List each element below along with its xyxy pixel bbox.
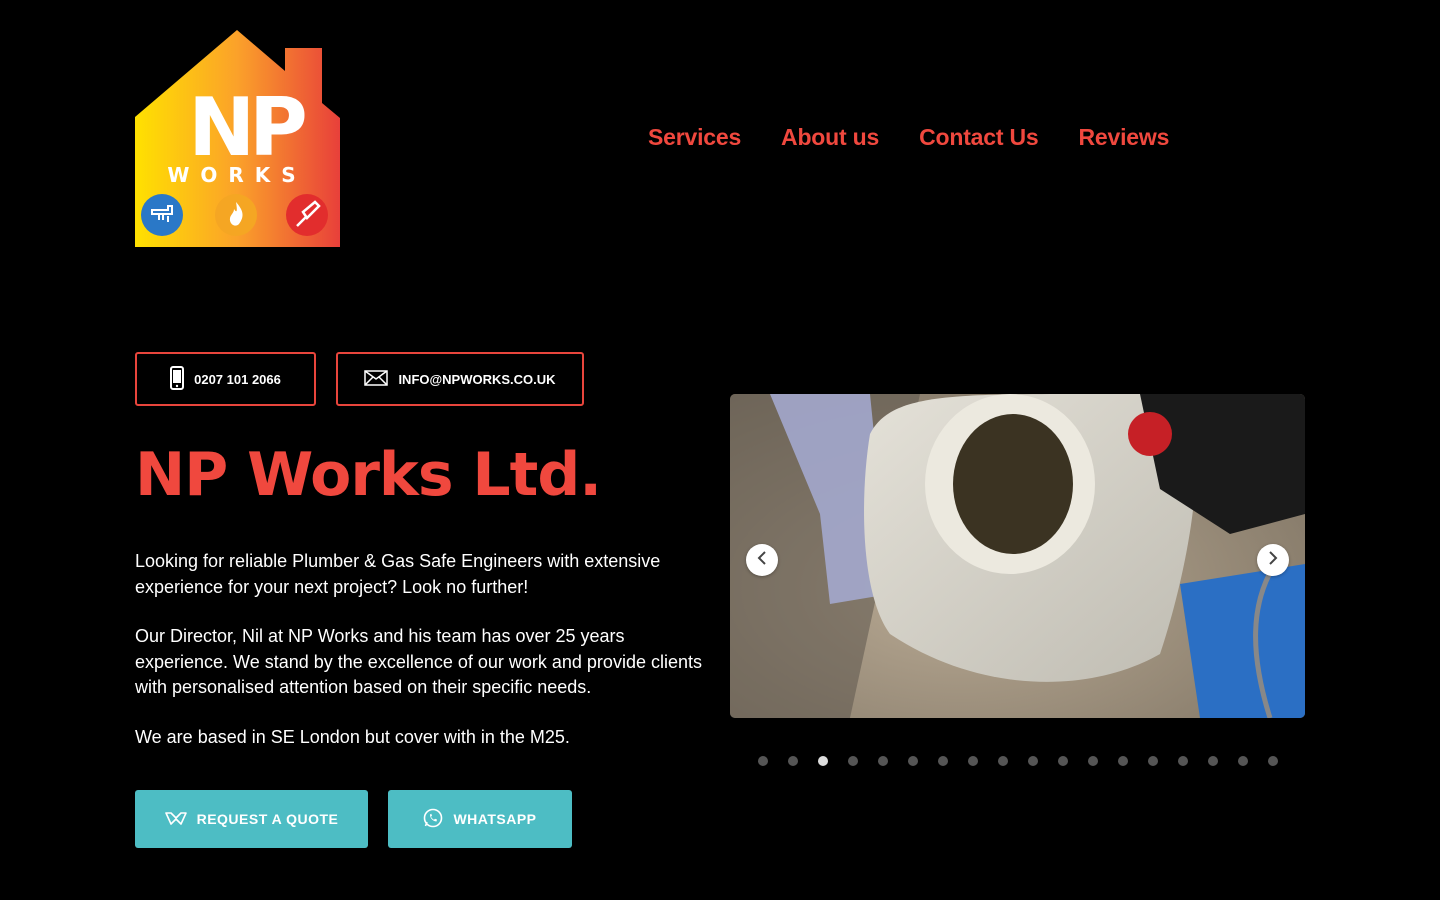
slider-dot[interactable] [1118,756,1128,766]
flame-icon [215,194,257,236]
nav-services[interactable]: Services [648,124,741,151]
slider-dot[interactable] [1208,756,1218,766]
request-quote-button[interactable]: REQUEST A QUOTE [135,790,368,848]
slider-dot[interactable] [1148,756,1158,766]
image-slider[interactable] [730,394,1305,718]
phone-number: 0207 101 2066 [194,371,281,387]
slider-dot[interactable] [1268,756,1278,766]
tap-icon [141,194,183,236]
experience-paragraph: Our Director, Nil at NP Works and his te… [135,626,702,697]
slider-dot[interactable] [848,756,858,766]
nav-reviews[interactable]: Reviews [1079,124,1170,151]
slider-dot[interactable] [818,756,828,766]
slider-dot[interactable] [1178,756,1188,766]
phone-button[interactable]: 0207 101 2066 [135,352,316,406]
page-title: NP Works Ltd. [135,440,602,510]
slider-dot[interactable] [968,756,978,766]
slider-dot[interactable] [1058,756,1068,766]
envelope-icon [364,369,389,389]
chevron-left-icon [756,550,768,571]
slider-dot[interactable] [1088,756,1098,766]
slider-dot[interactable] [1028,756,1038,766]
slider-dot[interactable] [908,756,918,766]
slider-dot[interactable] [998,756,1008,766]
nav-contact-us[interactable]: Contact Us [919,124,1039,151]
whatsapp-label: WHATSAPP [453,811,537,827]
whatsapp-button[interactable]: WHATSAPP [388,790,572,848]
slider-next-button[interactable] [1257,544,1289,576]
logo-subtitle: WORKS [167,163,306,187]
whatsapp-icon [423,808,443,831]
intro-paragraph: Looking for reliable Plumber & Gas Safe … [135,551,661,597]
email-button[interactable]: INFO@NPWORKS.CO.UK [336,352,584,406]
paintbrush-icon [286,194,328,236]
handshake-icon [164,810,187,829]
location-paragraph: We are based in SE London but cover with… [135,727,570,747]
slider-dot[interactable] [788,756,798,766]
slider-dot[interactable] [878,756,888,766]
main-nav: Services About us Contact Us Reviews [648,124,1169,151]
slider-dot[interactable] [758,756,768,766]
mobile-phone-icon [170,365,185,393]
chevron-right-icon [1267,550,1279,571]
email-address: INFO@NPWORKS.CO.UK [398,371,556,387]
request-quote-label: REQUEST A QUOTE [196,811,339,827]
slide-image [730,394,1305,718]
logo-letters: NP [188,81,305,174]
slider-dot[interactable] [1238,756,1248,766]
slider-prev-button[interactable] [746,544,778,576]
company-logo[interactable]: NP WORKS [135,30,340,247]
slider-pagination [758,756,1278,766]
nav-about-us[interactable]: About us [781,124,879,151]
slider-dot[interactable] [938,756,948,766]
